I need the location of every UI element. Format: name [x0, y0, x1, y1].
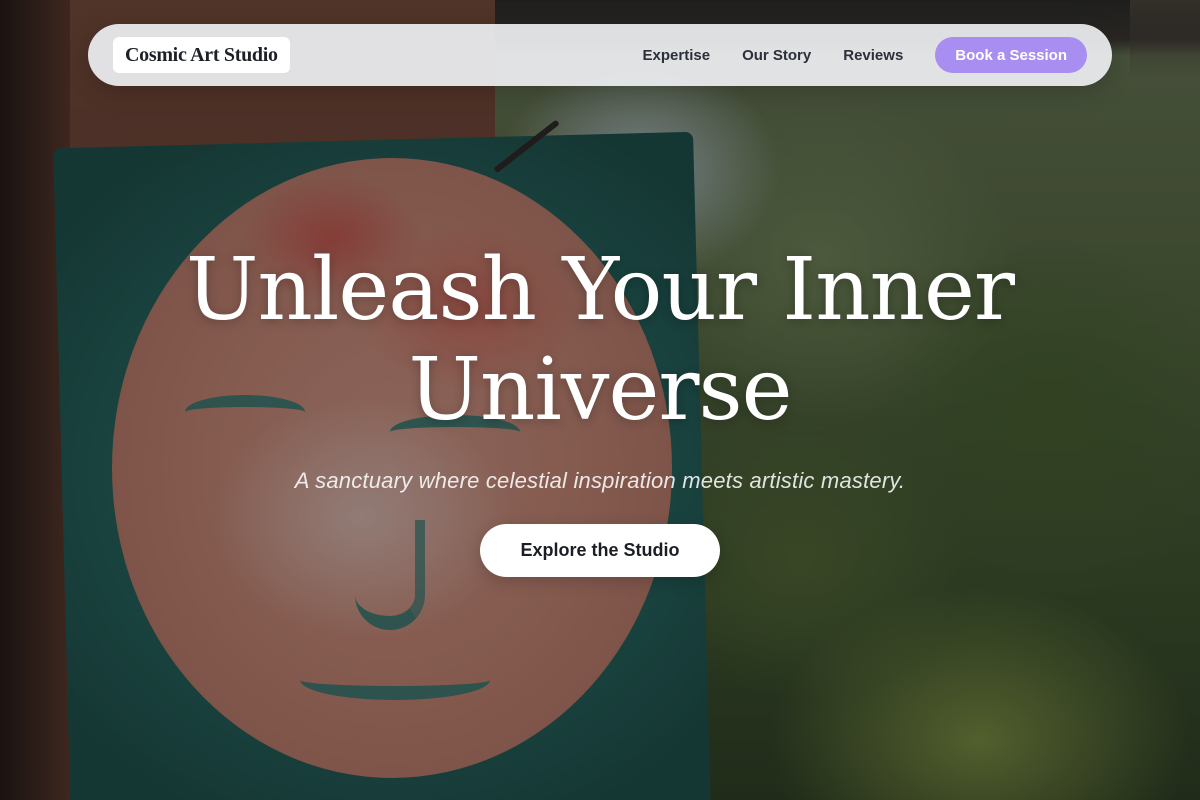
nav-links: Expertise Our Story Reviews Book a Sessi… [643, 37, 1087, 73]
nav-link-our-story[interactable]: Our Story [742, 47, 811, 64]
hero-title-line-2: Universe [408, 340, 793, 440]
navbar: Cosmic Art Studio Expertise Our Story Re… [88, 24, 1112, 86]
brand-logo-link[interactable]: Cosmic Art Studio [113, 37, 290, 73]
hero-title-line-1: Unleash Your Inner [185, 240, 1015, 340]
hero-section: Unleash Your Inner Universe A sanctuary … [0, 240, 1200, 577]
book-session-button[interactable]: Book a Session [935, 37, 1087, 73]
hero-title: Unleash Your Inner Universe [0, 240, 1200, 440]
explore-studio-button[interactable]: Explore the Studio [480, 524, 720, 577]
hero-subtitle: A sanctuary where celestial inspiration … [294, 468, 906, 493]
nav-link-reviews[interactable]: Reviews [843, 47, 903, 64]
nav-link-expertise[interactable]: Expertise [643, 47, 711, 64]
